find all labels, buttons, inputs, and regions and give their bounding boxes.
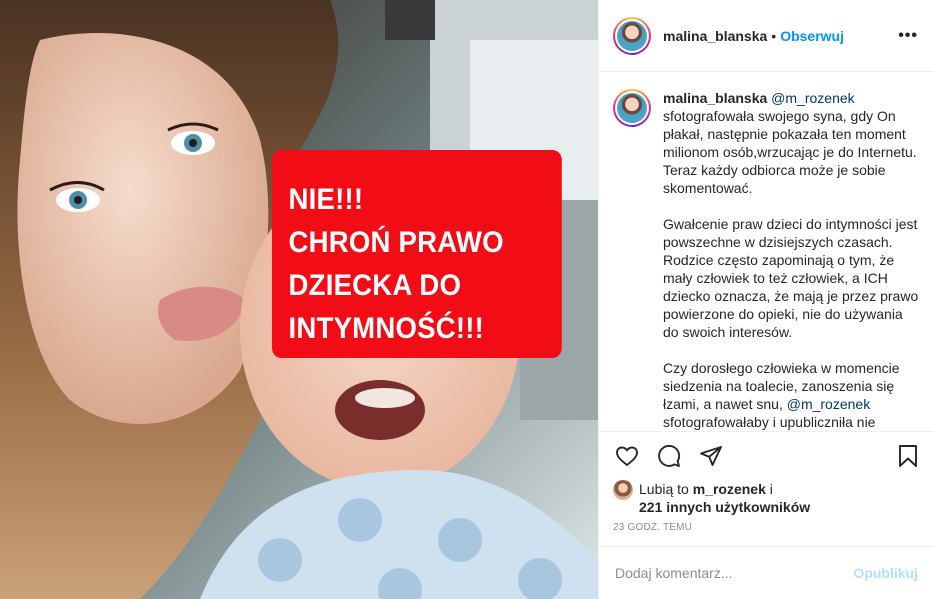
instagram-post: NIE!!! CHROŃ PRAWO DZIECKA DO INTYMNOŚĆ!…	[0, 0, 934, 599]
header-separator: •	[771, 27, 777, 44]
share-button[interactable]	[697, 442, 725, 470]
sticker-line-1: NIE!!!	[288, 183, 364, 216]
share-icon	[700, 446, 722, 466]
caption-mention-2[interactable]: @m_rozenek	[787, 396, 870, 412]
actions-section: Lubią to m_rozenek i 221 innych użytkown…	[599, 431, 934, 533]
red-text-sticker: NIE!!! CHROŃ PRAWO DZIECKA DO INTYMNOŚĆ!…	[272, 150, 562, 358]
likes-and: i	[765, 481, 773, 497]
liker-avatar[interactable]	[613, 480, 633, 500]
more-options-icon[interactable]: •••	[898, 27, 918, 45]
caption: malina_blanska @m_rozenek sfotografowała…	[599, 73, 934, 431]
post-header: malina_blanska • Obserwuj •••	[599, 0, 934, 72]
comment-icon	[658, 445, 681, 467]
like-button[interactable]	[613, 442, 641, 470]
post-timestamp[interactable]: 23 godz. temu	[599, 520, 934, 533]
caption-text: malina_blanska @m_rozenek sfotografowała…	[663, 89, 919, 431]
liker-username[interactable]: m_rozenek	[693, 481, 766, 497]
sticker-line-2: CHROŃ PRAWO	[288, 226, 504, 259]
post-photo[interactable]: NIE!!! CHROŃ PRAWO DZIECKA DO INTYMNOŚĆ!…	[0, 0, 598, 599]
comments-scroll-area[interactable]: malina_blanska @m_rozenek sfotografowała…	[599, 73, 934, 431]
post-side-panel: malina_blanska • Obserwuj ••• malina_bla…	[598, 0, 934, 599]
action-bar	[599, 432, 934, 480]
publish-button[interactable]: Opublikuj	[853, 565, 918, 581]
likes-prefix: Lubią to	[639, 481, 693, 497]
caption-mention[interactable]: @m_rozenek	[771, 90, 854, 106]
follow-button[interactable]: Obserwuj	[780, 28, 844, 44]
comment-button[interactable]	[655, 442, 683, 470]
sticker-line-3: DZIECKA DO	[288, 269, 462, 302]
sticker-line-4: INTYMNOŚĆ!!!	[288, 312, 484, 345]
likes-text: Lubią to m_rozenek i 221 innych użytkown…	[639, 480, 810, 516]
bookmark-icon	[899, 445, 917, 467]
save-button[interactable]	[894, 442, 922, 470]
caption-paragraph-3b: sfotografowałaby i upubliczniła nie	[663, 414, 876, 430]
author-username[interactable]: malina_blanska	[663, 28, 767, 44]
caption-username[interactable]: malina_blanska	[663, 90, 767, 106]
caption-avatar[interactable]	[613, 89, 651, 127]
caption-paragraph-1: sfotografowała swojego syna, gdy On płak…	[663, 108, 917, 196]
likes-summary: Lubią to m_rozenek i 221 innych użytkown…	[599, 480, 934, 520]
caption-paragraph-2: Gwałcenie praw dzieci do intymności jest…	[663, 216, 919, 340]
add-comment-bar: Opublikuj	[599, 546, 934, 599]
comment-input[interactable]	[615, 565, 854, 581]
likes-others-link[interactable]: 221 innych użytkowników	[639, 499, 810, 515]
heart-icon	[616, 446, 638, 466]
author-avatar[interactable]	[613, 16, 651, 55]
